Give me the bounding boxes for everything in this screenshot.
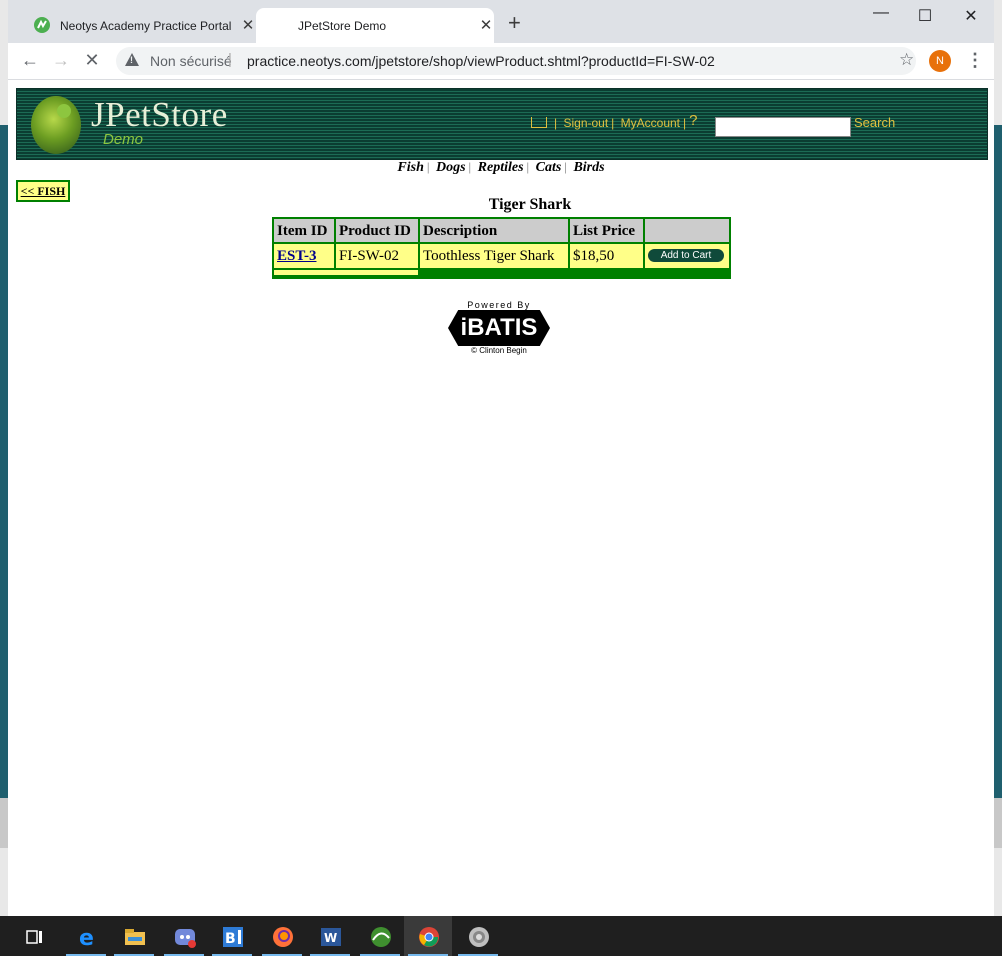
table-footer-row: [274, 270, 418, 275]
neotys-favicon-icon: [34, 17, 50, 33]
credit-label: © Clinton Begin: [471, 346, 527, 355]
discord-icon[interactable]: [160, 916, 208, 956]
table-cell-description: Toothless Tiger Shark: [420, 244, 568, 268]
neoload-icon[interactable]: [356, 916, 404, 956]
svg-text:e: e: [79, 926, 94, 948]
browser-menu-icon[interactable]: ⋮: [966, 50, 984, 71]
close-window-button[interactable]: ✕: [948, 6, 994, 26]
powered-by-label: Powered By: [467, 300, 531, 310]
file-explorer-icon[interactable]: [110, 916, 158, 956]
ibatis-logo-icon: iBATIS: [448, 310, 550, 346]
blitz-icon[interactable]: B: [208, 916, 256, 956]
logo-title[interactable]: JPetStore: [91, 95, 228, 135]
cart-icon[interactable]: [531, 117, 547, 128]
tab-close-icon[interactable]: ✕: [240, 16, 256, 34]
app-icon[interactable]: [454, 916, 502, 956]
word-icon[interactable]: W: [306, 916, 354, 956]
url-separator: |: [228, 51, 232, 68]
desktop-background-band-left: [0, 125, 8, 798]
back-arrow-icon[interactable]: ←: [19, 50, 41, 71]
tab-jpetstore[interactable]: JPetStore Demo ✕: [256, 8, 494, 43]
item-table: Item ID Product ID Description List Pric…: [272, 217, 731, 279]
category-link-fish[interactable]: Fish: [397, 160, 423, 175]
svg-text:B: B: [225, 931, 236, 947]
tab-close-icon[interactable]: ✕: [478, 16, 494, 34]
category-nav: Fish | Dogs | Reptiles | Cats | Birds: [397, 159, 605, 175]
column-header: [645, 219, 729, 242]
category-link-dogs[interactable]: Dogs: [436, 160, 466, 175]
header-links: | Sign-out | MyAccount |?: [531, 112, 697, 131]
warning-icon[interactable]: [125, 53, 139, 66]
address-bar[interactable]: Non sécurisé | practice.neotys.com/jpets…: [116, 47, 916, 75]
page-title: Tiger Shark: [488, 196, 572, 213]
sign-out-link[interactable]: Sign-out: [563, 116, 608, 130]
help-icon[interactable]: ?: [689, 112, 697, 129]
category-link-cats[interactable]: Cats: [536, 160, 562, 175]
table-cell-product-id: FI-SW-02: [336, 244, 418, 268]
tab-title: JPetStore Demo: [298, 19, 387, 33]
item-id-link[interactable]: EST-3: [277, 248, 316, 264]
browser-window: Neotys Academy Practice Portal ✕ JPetSto…: [8, 0, 994, 916]
column-header: Description: [420, 219, 568, 242]
forward-arrow-icon[interactable]: →: [50, 50, 72, 71]
tab-neotys-academy[interactable]: Neotys Academy Practice Portal ✕: [18, 8, 254, 43]
stop-loading-icon[interactable]: ✕: [81, 50, 103, 71]
page-content: JPetStore Demo | Sign-out | MyAccount |? S…: [8, 80, 994, 916]
tab-strip: Neotys Academy Practice Portal ✕ JPetSto…: [8, 0, 994, 43]
windows-taskbar: e B W: [0, 916, 1002, 956]
category-link-birds[interactable]: Birds: [573, 160, 604, 175]
edge-icon[interactable]: e: [62, 916, 110, 956]
powered-by-ibatis-logo: Powered By iBATIS © Clinton Begin: [444, 300, 554, 356]
parrot-logo-icon[interactable]: [31, 96, 81, 154]
profile-avatar[interactable]: N: [929, 50, 951, 72]
logo-subtitle: Demo: [103, 131, 144, 148]
firefox-icon[interactable]: [258, 916, 306, 956]
task-view-icon[interactable]: [10, 916, 58, 956]
bookmark-star-icon[interactable]: ☆: [899, 50, 914, 70]
search-button[interactable]: Search: [854, 115, 895, 130]
table-cell-list-price: $18,50: [570, 244, 643, 268]
minimize-button[interactable]: —: [858, 4, 904, 22]
my-account-link[interactable]: MyAccount: [621, 116, 680, 130]
new-tab-button[interactable]: +: [508, 12, 521, 34]
column-header: Product ID: [336, 219, 418, 242]
desktop-background-band-left-2: [0, 798, 8, 848]
table-cell-item-id: EST-3: [274, 244, 334, 268]
url-text[interactable]: practice.neotys.com/jpetstore/shop/viewP…: [247, 53, 715, 69]
security-status[interactable]: Non sécurisé: [150, 53, 232, 69]
tab-title: Neotys Academy Practice Portal: [60, 19, 232, 33]
column-header: Item ID: [274, 219, 334, 242]
add-to-cart-button[interactable]: Add to Cart: [648, 249, 724, 262]
table-cell-action: Add to Cart: [645, 244, 729, 268]
store-header: JPetStore Demo | Sign-out | MyAccount |? S…: [16, 88, 988, 160]
browser-toolbar: ← → ✕ Non sécurisé | practice.neotys.com…: [8, 43, 994, 80]
maximize-button[interactable]: ☐: [902, 6, 948, 26]
category-link-reptiles[interactable]: Reptiles: [478, 160, 524, 175]
desktop-background-band-right: [994, 125, 1002, 798]
desktop-background-band-right-2: [994, 798, 1002, 848]
chrome-icon[interactable]: [404, 916, 452, 956]
search-input[interactable]: [715, 117, 851, 137]
column-header: List Price: [570, 219, 643, 242]
svg-text:W: W: [324, 931, 337, 945]
